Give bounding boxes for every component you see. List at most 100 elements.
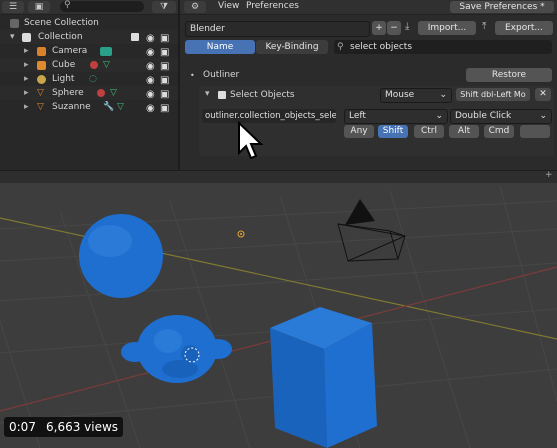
suzanne-object[interactable] <box>121 315 232 383</box>
object-label: Cube <box>52 60 76 70</box>
expand-down-icon[interactable]: ▾ <box>205 89 210 99</box>
menu-preferences[interactable]: Preferences <box>246 1 299 11</box>
keymap-item-label: Select Objects <box>230 90 295 100</box>
filter-icon[interactable]: ⧩ <box>152 1 176 13</box>
viewport-scene <box>0 185 557 448</box>
mouse-cursor-icon <box>238 121 264 160</box>
chevron-down-icon: ⌄ <box>439 90 447 100</box>
expand-right-icon[interactable]: ▸ <box>24 72 29 86</box>
search-icon: ⚲ <box>337 42 344 52</box>
keymap-preset-dropdown[interactable]: Blender <box>185 21 370 37</box>
sphere-object[interactable] <box>79 214 163 298</box>
preferences-header: ⚙ View Preferences Save Preferences * <box>180 0 557 15</box>
eye-icon[interactable]: ◉ <box>146 102 155 116</box>
outliner-item-light[interactable]: ▸ Light ◌ ◉ ▣ <box>0 72 178 86</box>
menu-view[interactable]: View <box>218 1 239 11</box>
restore-button[interactable]: Restore <box>466 68 552 82</box>
light-object[interactable] <box>237 230 245 238</box>
expand-right-icon[interactable]: ▸ <box>24 44 29 58</box>
save-preferences-button[interactable]: Save Preferences * <box>450 1 554 13</box>
modifier-cmd-button[interactable]: Cmd <box>484 125 514 138</box>
mesh-data-icon: ▽ <box>117 102 124 112</box>
outliner-panel: ☰ ▣ ⚲ ⧩ Scene Collection ▾ Collection ◉ … <box>0 0 178 170</box>
scene-collection-icon <box>10 19 19 28</box>
outliner-item-suzanne[interactable]: ▸ ▽ Suzanne 🔧 ▽ ◉ ▣ <box>0 100 178 114</box>
outliner-item-sphere[interactable]: ▸ ▽ Sphere ▽ ◉ ▣ <box>0 86 178 100</box>
download-icon[interactable]: ⤓ <box>405 21 409 32</box>
modifier-alt-button[interactable]: Alt <box>449 125 479 138</box>
export-button[interactable]: Export... <box>495 21 553 35</box>
outliner-item-cube[interactable]: ▸ Cube ▽ ◉ ▣ <box>0 58 178 72</box>
x-axis-line <box>0 217 557 340</box>
modifier-ctrl-button[interactable]: Ctrl <box>414 125 444 138</box>
mesh-object-icon <box>37 61 46 70</box>
mesh-object-icon: ▽ <box>37 102 44 112</box>
checkbox-icon[interactable] <box>218 91 226 99</box>
collection-label: Collection <box>38 32 83 42</box>
keymap-preset-value: Blender <box>190 24 225 34</box>
click-type-dropdown[interactable]: Double Click ⌄ <box>450 109 552 124</box>
search-icon: ⚲ <box>64 0 71 10</box>
upload-icon[interactable]: ⤒ <box>482 21 486 32</box>
remove-preset-button[interactable]: − <box>387 21 401 35</box>
light-object-icon <box>37 75 46 84</box>
expand-right-icon[interactable]: ▸ <box>24 58 29 72</box>
wrench-icon: 🔧 <box>103 102 115 112</box>
outliner-header: ☰ ▣ ⚲ ⧩ <box>0 0 178 15</box>
binding-summary-button[interactable]: Shift dbl-Left Mo <box>456 88 530 101</box>
object-label: Sphere <box>52 88 84 98</box>
video-time: 0:07 <box>9 420 36 434</box>
object-label: Light <box>52 74 75 84</box>
search-value: select objects <box>350 42 413 52</box>
view-count: 6,663 views <box>46 420 119 434</box>
material-icon <box>90 61 98 69</box>
outliner-item-camera[interactable]: ▸ Camera ◉ ▣ <box>0 44 178 58</box>
viewport-header: + <box>0 170 557 183</box>
camera-object-icon <box>37 47 46 56</box>
modifier-any-button[interactable]: Any <box>344 125 374 138</box>
display-mode-icon[interactable]: ▣ <box>28 1 50 13</box>
collection-row[interactable]: ▾ Collection ◉ ▣ <box>0 30 178 44</box>
tab-name[interactable]: Name <box>185 40 255 54</box>
light-data-icon: ◌ <box>89 74 97 84</box>
3d-viewport[interactable] <box>0 171 557 448</box>
collection-icon <box>22 33 31 42</box>
editor-type-icon[interactable]: ☰ <box>2 1 24 13</box>
camera-data-icon <box>100 47 112 56</box>
section-outliner: Outliner <box>203 70 240 80</box>
mouse-button-dropdown[interactable]: Left ⌄ <box>344 109 448 124</box>
modifier-shift-button[interactable]: Shift <box>378 125 408 138</box>
close-icon[interactable]: ✕ <box>535 88 551 101</box>
expand-down-icon[interactable]: ▾ <box>10 30 15 44</box>
outliner-search-input[interactable]: ⚲ <box>60 0 144 12</box>
input-type-value: Mouse <box>385 90 415 100</box>
cube-object[interactable] <box>270 307 377 448</box>
chevron-down-icon: ⌄ <box>539 111 547 121</box>
bullet-icon: • <box>190 71 195 80</box>
add-preset-button[interactable]: + <box>372 21 386 35</box>
plus-icon[interactable]: + <box>545 170 553 180</box>
operator-id-value: outliner.collection_objects_select <box>205 111 336 121</box>
camera-render-icon[interactable]: ▣ <box>160 102 169 116</box>
object-label: Suzanne <box>52 102 91 112</box>
object-label: Camera <box>52 46 88 56</box>
mesh-data-icon: ▽ <box>103 60 110 70</box>
gear-icon[interactable]: ⚙ <box>184 1 206 13</box>
chevron-down-icon: ⌄ <box>435 111 443 121</box>
expand-right-icon[interactable]: ▸ <box>24 100 29 114</box>
key-modifier-button[interactable] <box>520 125 550 138</box>
mouse-button-value: Left <box>349 111 366 121</box>
expand-right-icon[interactable]: ▸ <box>24 86 29 100</box>
checkbox-icon[interactable] <box>131 33 139 41</box>
mesh-object-icon: ▽ <box>37 88 44 98</box>
click-type-value: Double Click <box>455 111 512 121</box>
import-button[interactable]: Import... <box>418 21 476 35</box>
material-icon <box>97 89 105 97</box>
video-info-badge: 0:07 6,663 views <box>4 417 123 437</box>
scene-collection-label: Scene Collection <box>24 18 99 28</box>
operator-id-field[interactable]: outliner.collection_objects_select <box>202 109 336 123</box>
input-type-dropdown[interactable]: Mouse ⌄ <box>380 88 452 103</box>
tab-key-binding[interactable]: Key-Binding <box>256 40 328 54</box>
scene-collection-row[interactable]: Scene Collection <box>0 16 178 30</box>
keymap-search-input[interactable]: ⚲ select objects <box>334 40 552 54</box>
